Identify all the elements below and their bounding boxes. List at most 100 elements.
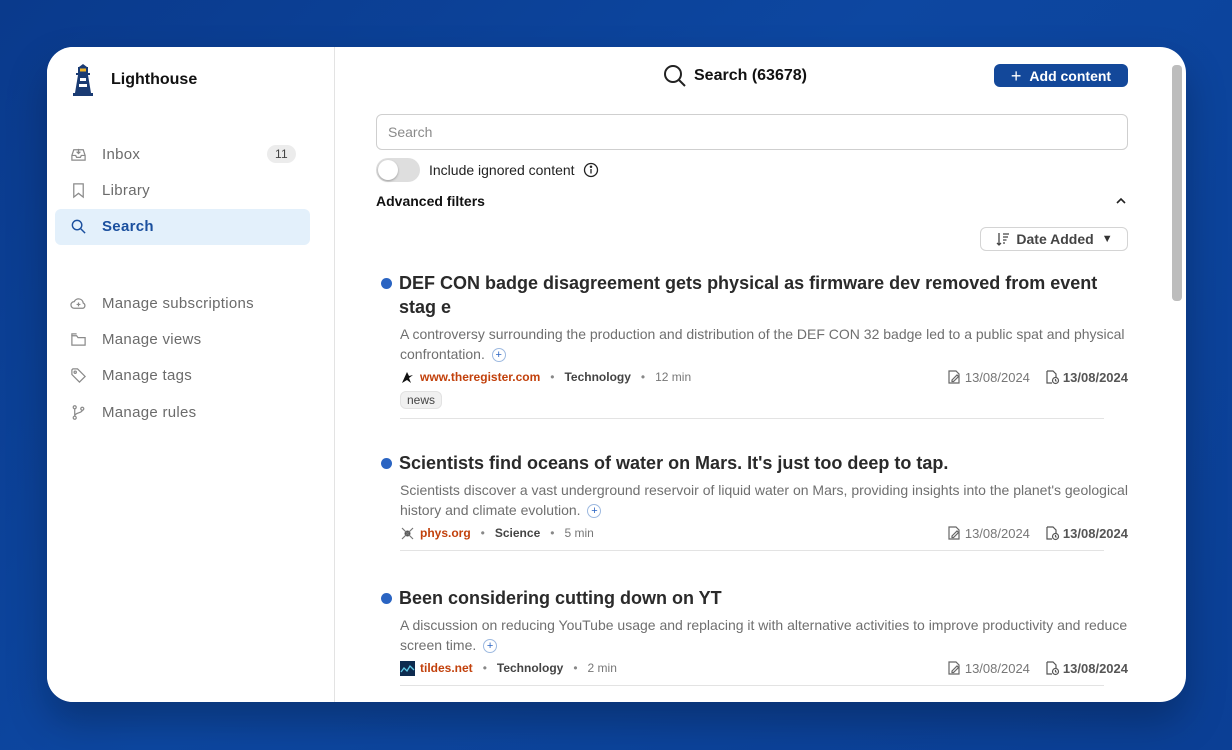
item-description: A controversy surrounding the production… [400, 324, 1128, 364]
sidebar-item-label: Manage subscriptions [102, 294, 254, 312]
document-clock-icon [1046, 370, 1060, 385]
list-item[interactable]: Been considering cutting down on YT A di… [381, 586, 1129, 686]
item-category: Science [494, 526, 541, 540]
tag-chip[interactable]: news [400, 391, 443, 409]
branch-icon [69, 403, 87, 421]
item-divider [400, 550, 1104, 551]
item-description: A discussion on reducing YouTube usage a… [400, 615, 1128, 655]
item-divider [400, 418, 1104, 419]
advanced-filters-label: Advanced filters [376, 193, 485, 209]
item-dates: 13/08/2024 13/08/2024 [946, 525, 1128, 541]
cloud-icon [69, 294, 87, 312]
sidebar: Lighthouse Inbox 11 Library Search Manag… [47, 47, 335, 702]
item-domain[interactable]: phys.org [420, 526, 471, 540]
item-meta: phys.org • Science • 5 min 13/08/2024 13… [400, 525, 1128, 541]
item-read-time: 5 min [564, 526, 594, 540]
sidebar-item-manage-rules[interactable]: Manage rules [55, 394, 310, 430]
separator-dot: • [550, 526, 555, 540]
expand-icon[interactable]: + [587, 504, 602, 519]
item-description: Scientists discover a vast underground r… [400, 480, 1128, 520]
item-domain[interactable]: www.theregister.com [420, 370, 540, 384]
date-published: 13/08/2024 [946, 525, 1030, 541]
expand-icon[interactable]: + [491, 348, 506, 363]
sidebar-item-inbox[interactable]: Inbox 11 [55, 136, 310, 172]
date-added-text: 13/08/2024 [1062, 525, 1128, 541]
item-read-time: 12 min [655, 370, 692, 384]
plus-icon: + [1010, 65, 1022, 86]
add-content-button[interactable]: + Add content [994, 64, 1128, 87]
item-category: Technology [496, 661, 564, 675]
lighthouse-logo-icon [73, 64, 93, 96]
unread-dot [381, 278, 392, 289]
sort-dropdown[interactable]: Date Added ▼ [980, 227, 1128, 251]
sidebar-item-search[interactable]: Search [55, 208, 310, 245]
info-icon[interactable] [583, 162, 599, 178]
item-description-text: Scientists discover a vast underground r… [400, 482, 1128, 518]
sidebar-item-manage-subscriptions[interactable]: Manage subscriptions [55, 285, 310, 321]
separator-dot: • [573, 661, 578, 675]
item-category: Technology [564, 370, 631, 384]
chevron-up-icon [1116, 197, 1126, 204]
scrollbar[interactable] [1172, 65, 1182, 301]
item-title[interactable]: DEF CON badge disagreement gets physical… [399, 271, 1129, 319]
list-item[interactable]: DEF CON badge disagreement gets physical… [381, 271, 1129, 419]
date-added: 13/08/2024 [1044, 525, 1128, 541]
sidebar-item-label: Manage rules [102, 403, 197, 421]
secondary-nav: Manage subscriptions Manage views Manage… [55, 285, 310, 431]
include-ignored-toggle[interactable] [376, 158, 420, 182]
date-published-text: 13/08/2024 [964, 369, 1030, 385]
unread-dot [381, 593, 392, 604]
caret-down-icon: ▼ [1101, 233, 1113, 245]
sidebar-item-manage-tags[interactable]: Manage tags [55, 358, 310, 394]
search-input[interactable] [376, 114, 1128, 150]
unread-dot [381, 458, 392, 469]
date-added-text: 13/08/2024 [1062, 369, 1128, 385]
item-dates: 13/08/2024 13/08/2024 [946, 660, 1128, 676]
separator-dot: • [640, 370, 646, 384]
item-meta: tildes.net • Technology • 2 min 13/08/20… [400, 660, 1128, 676]
expand-icon[interactable]: + [483, 639, 498, 654]
document-edit-icon [948, 526, 960, 540]
bookmark-icon [69, 181, 87, 199]
theregister-favicon-icon [400, 370, 415, 385]
page-title: Search (63678) [662, 63, 807, 89]
sidebar-item-label: Manage views [102, 330, 202, 348]
sort-label: Date Added [1016, 231, 1094, 247]
separator-dot: • [550, 370, 555, 384]
separator-dot: • [482, 661, 487, 675]
item-domain[interactable]: tildes.net [420, 661, 473, 675]
date-published-text: 13/08/2024 [964, 660, 1030, 676]
date-added: 13/08/2024 [1044, 369, 1128, 385]
item-title[interactable]: Scientists find oceans of water on Mars.… [399, 451, 948, 475]
sidebar-item-manage-views[interactable]: Manage views [55, 321, 310, 357]
item-dates: 13/08/2024 13/08/2024 [946, 369, 1128, 385]
document-edit-icon [948, 370, 960, 384]
item-description-text: A discussion on reducing YouTube usage a… [400, 617, 1128, 653]
brand[interactable]: Lighthouse [69, 63, 197, 97]
add-content-label: Add content [1029, 67, 1112, 84]
date-published-text: 13/08/2024 [964, 525, 1030, 541]
phys-favicon-icon [400, 526, 415, 541]
tag-icon [69, 367, 87, 385]
item-title-row: Scientists find oceans of water on Mars.… [381, 451, 1129, 475]
main-content: Search (63678) + Add content Include ign… [336, 47, 1186, 702]
inbox-icon [69, 145, 87, 163]
sort-icon [996, 233, 1010, 246]
search-icon [69, 218, 87, 236]
sidebar-item-label: Library [102, 181, 150, 199]
item-read-time: 2 min [587, 661, 617, 675]
date-added-text: 13/08/2024 [1062, 660, 1128, 676]
tildes-favicon-icon [400, 660, 415, 676]
item-title-row: Been considering cutting down on YT [381, 586, 1129, 610]
sidebar-item-label: Manage tags [102, 367, 193, 385]
item-title[interactable]: Been considering cutting down on YT [399, 586, 722, 610]
sidebar-item-label: Search [102, 218, 154, 236]
date-published: 13/08/2024 [946, 660, 1030, 676]
primary-nav: Inbox 11 Library Search [55, 136, 310, 245]
sidebar-item-library[interactable]: Library [55, 172, 310, 208]
date-published: 13/08/2024 [946, 369, 1030, 385]
app-name: Lighthouse [111, 71, 198, 88]
list-item[interactable]: Scientists find oceans of water on Mars.… [381, 451, 1129, 551]
ignored-content-toggle-row: Include ignored content [376, 158, 599, 182]
advanced-filters-toggle[interactable]: Advanced filters [376, 193, 1128, 209]
